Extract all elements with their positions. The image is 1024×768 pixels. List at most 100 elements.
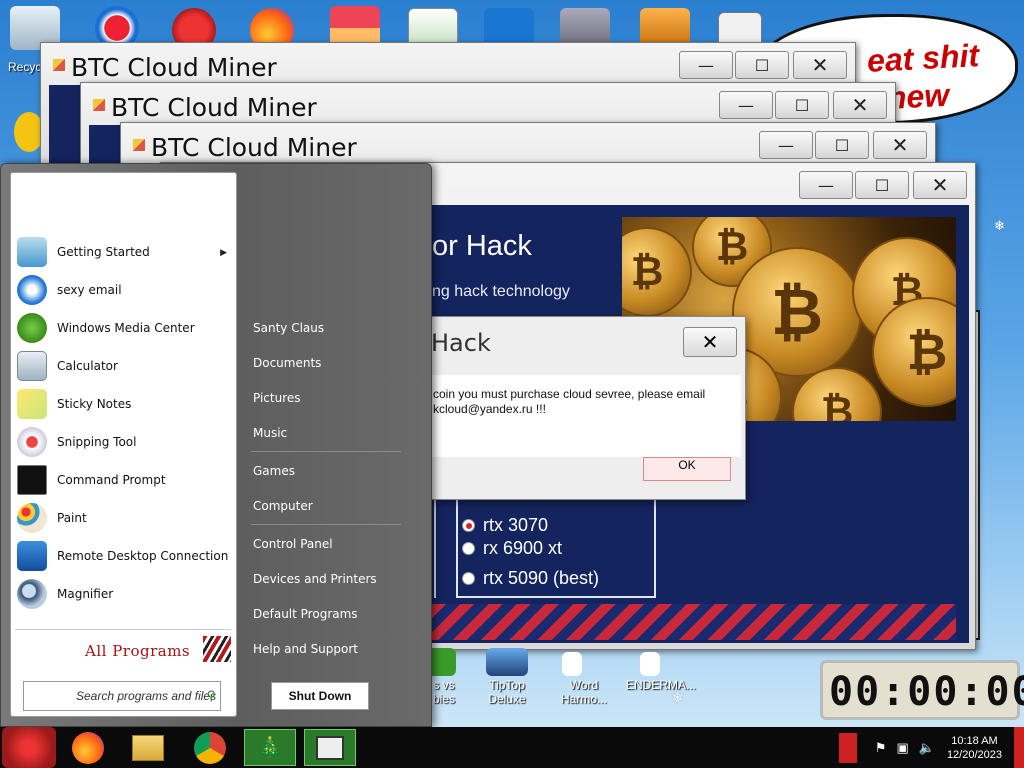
command-prompt-icon [17,465,47,495]
dialog-message: coin you must purchase cloud sevree, ple… [433,387,733,417]
program-item-command-prompt[interactable]: Command Prompt [17,463,233,497]
btc-app-icon [133,139,145,151]
clock-time: 10:18 AM [951,734,998,747]
radio-button[interactable] [462,542,475,555]
flag-icon[interactable]: ⚑ [875,740,887,756]
folder-icon [132,734,164,761]
menu-item-computer[interactable]: Computer [253,499,313,513]
program-item-magnifier[interactable]: Magnifier [17,577,233,611]
program-item-windows-media-center[interactable]: Windows Media Center [17,311,233,345]
snipping-tool-icon [17,427,47,457]
close-button[interactable]: ✕ [873,131,927,159]
radio-button[interactable] [462,572,475,585]
dialog-message-line: kcloud@yandex.ru !!! [433,402,546,416]
programs-pane: Getting Started ▶ sexy email Windows Med… [10,172,237,717]
paint-icon [17,503,47,533]
clock[interactable]: 10:18 AM 12/20/2023 [947,734,1002,762]
maximize-button[interactable]: ☐ [735,51,789,79]
shutdown-button[interactable]: Shut Down [271,682,369,710]
ok-button[interactable]: OK [643,457,731,481]
media-center-icon [17,313,47,343]
program-item-sticky-notes[interactable]: Sticky Notes [17,387,233,421]
gpu-option-rtx-3070[interactable]: rtx 3070 [462,515,548,536]
start-menu[interactable]: Getting Started ▶ sexy email Windows Med… [0,163,432,727]
notification-area-icon[interactable] [838,732,857,763]
taskbar-app-button[interactable] [304,729,356,766]
gpu-option-label: rx 6900 xt [483,538,563,558]
window-icon [316,735,344,760]
taskbar-chrome-button[interactable] [184,729,236,766]
timer-display: 00:00:00 [829,669,1024,715]
all-programs-label: All Programs [85,642,191,660]
menu-item-default-programs[interactable]: Default Programs [253,607,358,621]
desktop-icon-label[interactable]: ENDERMA... [626,678,696,692]
window-title: BTC Cloud Miner [71,53,277,82]
maximize-button[interactable]: ☐ [815,131,869,159]
close-button[interactable]: ✕ [793,51,847,79]
menu-item-help-and-support[interactable]: Help and Support [253,642,358,656]
taskbar-app-button[interactable]: 🎄 [244,729,296,766]
program-label: Calculator [57,359,118,373]
menu-item-devices-and-printers[interactable]: Devices and Printers [253,572,377,586]
search-icon[interactable]: ⚲ [206,688,216,704]
gpu-option-rx-6900-xt[interactable]: rx 6900 xt [462,538,562,559]
magnifier-icon [17,579,47,609]
minimize-button[interactable]: — [759,131,813,159]
menu-item-santy-claus[interactable]: Santy Claus [253,321,324,335]
dialog-close-button[interactable]: ✕ [683,327,737,357]
bitcoin-coin: ₿ [622,227,692,317]
program-item-paint[interactable]: Paint [17,501,233,535]
menu-item-control-panel[interactable]: Control Panel [253,537,333,551]
message-dialog[interactable]: Hack ✕ coin you must purchase cloud sevr… [426,316,746,500]
menu-separator [251,524,401,525]
program-label: Windows Media Center [57,321,195,335]
radio-button[interactable] [462,519,475,532]
app-icon[interactable] [486,648,528,676]
hack-subheading: ng hack technology [432,283,570,300]
gpu-option-rtx-5090[interactable]: rtx 5090 (best) [462,568,599,589]
program-item-sexy-email[interactable]: sexy email [17,273,233,307]
menu-item-games[interactable]: Games [253,464,295,478]
countdown-timer-widget[interactable]: 00:00:00 [820,660,1024,720]
close-button[interactable]: ✕ [913,171,967,199]
decorative-stripes [203,636,231,662]
network-icon[interactable]: ▣ [896,740,908,756]
app-icon[interactable] [562,652,582,676]
program-item-remote-desktop[interactable]: Remote Desktop Connection [17,539,233,573]
volume-icon[interactable]: 🔈 [919,740,935,756]
maximize-button[interactable]: ☐ [855,171,909,199]
remote-desktop-icon [17,541,47,571]
program-item-calculator[interactable]: Calculator [17,349,233,383]
taskbar: 🎄 ⚑ ▣ 🔈 10:18 AM 12/20/2023 [0,727,1024,768]
minimize-button[interactable]: — [719,91,773,119]
snowflake-icon: ❄ [672,690,683,705]
program-label: Getting Started [57,245,150,259]
menu-item-pictures[interactable]: Pictures [253,391,301,405]
all-programs-button[interactable]: All Programs [15,629,231,669]
show-desktop-button[interactable] [1014,727,1024,768]
window-title: BTC Cloud Miner [151,133,357,162]
start-orb-icon[interactable] [2,727,56,768]
minimize-button[interactable]: — [679,51,733,79]
taskbar-firefox-button[interactable] [62,729,114,766]
minimize-button[interactable]: — [799,171,853,199]
taskbar-explorer-button[interactable] [122,729,174,766]
search-placeholder: Search programs and files [76,689,217,703]
menu-item-documents[interactable]: Documents [253,356,321,370]
desktop-icon-label[interactable]: Word Harmo... [554,678,614,706]
window-title: BTC Cloud Miner [111,93,317,122]
chrome-icon [194,731,226,764]
program-item-getting-started[interactable]: Getting Started ▶ [17,235,233,269]
btc-app-icon [93,99,105,111]
calculator-icon [17,351,47,381]
menu-separator [251,451,401,452]
desktop-icon-label[interactable]: TipTop Deluxe [480,678,534,706]
menu-item-music[interactable]: Music [253,426,287,440]
program-label: Magnifier [57,587,114,601]
maximize-button[interactable]: ☐ [775,91,829,119]
christmas-tree-icon: 🎄 [257,737,283,759]
app-icon[interactable] [640,652,660,676]
search-input[interactable]: Search programs and files ⚲ [23,681,221,711]
program-item-snipping-tool[interactable]: Snipping Tool [17,425,233,459]
close-button[interactable]: ✕ [833,91,887,119]
